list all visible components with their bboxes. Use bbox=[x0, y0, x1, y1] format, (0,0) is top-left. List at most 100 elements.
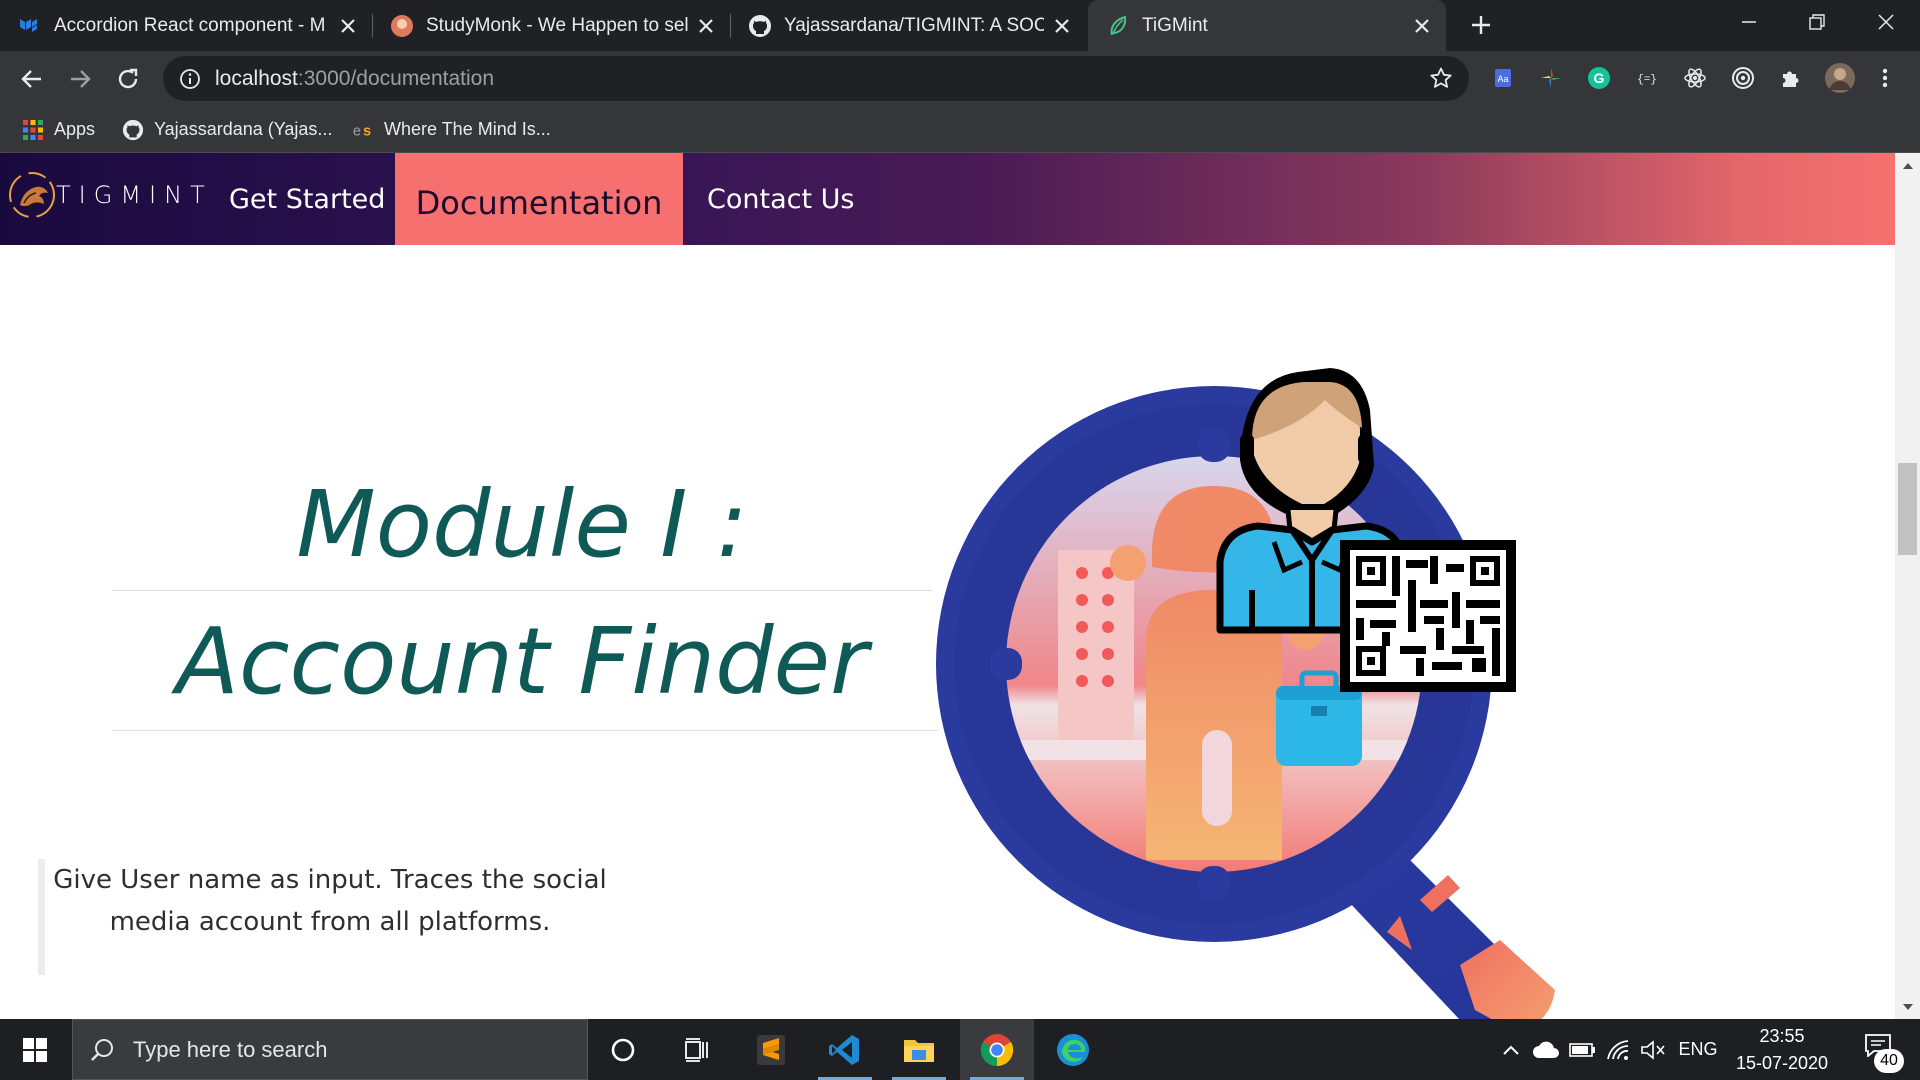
sublime-text-button[interactable] bbox=[734, 1019, 808, 1080]
bookmark-label: Yajassardana (Yajas... bbox=[154, 119, 333, 139]
bookmark-label: Where The Mind Is... bbox=[384, 119, 551, 139]
file-explorer-icon bbox=[904, 1039, 934, 1062]
tab-tigmint[interactable]: TiGMint bbox=[1088, 0, 1446, 51]
bookmark-where-the-mind[interactable]: es Where The Mind Is... bbox=[352, 106, 551, 153]
file-explorer-button[interactable] bbox=[882, 1019, 956, 1080]
cortana-icon bbox=[611, 1038, 635, 1061]
svg-text:G: G bbox=[1594, 70, 1605, 86]
nav-contact-us[interactable]: Contact Us bbox=[707, 153, 854, 245]
react-devtools-icon[interactable] bbox=[1682, 65, 1708, 91]
plus-icon[interactable] bbox=[1469, 13, 1493, 37]
sublime-text-icon bbox=[757, 1034, 785, 1065]
wifi-tray[interactable] bbox=[1602, 1019, 1636, 1080]
cloud-icon bbox=[1533, 1041, 1559, 1058]
close-icon bbox=[1878, 14, 1894, 30]
url-text: localhost:3000/documentation bbox=[215, 67, 494, 91]
forward-button[interactable] bbox=[62, 61, 98, 97]
windows-taskbar: Type here to search ENG 23:55 15-07-2020… bbox=[0, 1019, 1920, 1080]
system-clock[interactable]: 23:55 15-07-2020 bbox=[1718, 1019, 1846, 1080]
chrome-button[interactable] bbox=[960, 1019, 1034, 1080]
bookmarks-bar: Apps Yajassardana (Yajas... es Where The… bbox=[0, 106, 1920, 153]
star-icon[interactable] bbox=[1429, 66, 1453, 90]
battery-tray[interactable] bbox=[1566, 1019, 1600, 1080]
restore-icon bbox=[1809, 14, 1825, 30]
bookmark-label: Apps bbox=[54, 119, 96, 139]
arrow-left-icon bbox=[21, 70, 41, 88]
browser-window: Accordion React component - M StudyMonk … bbox=[0, 0, 1920, 1080]
notification-center[interactable]: 40 bbox=[1852, 1019, 1912, 1080]
back-button[interactable] bbox=[14, 61, 50, 97]
nav-documentation[interactable]: Documentation bbox=[395, 153, 683, 245]
scrollbar-thumb[interactable] bbox=[1898, 463, 1917, 555]
address-bar[interactable]: localhost:3000/documentation bbox=[163, 56, 1469, 101]
puzzle-icon[interactable] bbox=[1778, 65, 1804, 91]
show-hidden-icons[interactable] bbox=[1496, 1019, 1526, 1080]
profile-avatar[interactable] bbox=[1824, 62, 1856, 94]
battery-icon bbox=[1569, 1042, 1595, 1057]
chrome-icon bbox=[980, 1033, 1014, 1066]
es-icon: es bbox=[353, 123, 371, 139]
task-view-button[interactable] bbox=[660, 1019, 734, 1080]
vscode-button[interactable] bbox=[808, 1019, 882, 1080]
account-finder-illustration bbox=[936, 368, 1555, 1019]
close-icon[interactable] bbox=[1412, 16, 1432, 36]
module-title-line2: Account Finder bbox=[176, 608, 868, 715]
page-viewport: TIGMINT Get Started Documentation Contac… bbox=[0, 153, 1895, 1019]
search-placeholder: Type here to search bbox=[133, 1036, 328, 1062]
apps-grid-icon bbox=[23, 119, 43, 140]
start-button[interactable] bbox=[0, 1019, 70, 1080]
svg-text:Aa: Aa bbox=[1497, 74, 1508, 84]
tab-accordion[interactable]: Accordion React component - M bbox=[0, 0, 372, 51]
reload-icon bbox=[118, 68, 138, 89]
task-view-icon bbox=[685, 1037, 708, 1062]
arrow-right-icon bbox=[71, 70, 91, 88]
tab-strip: Accordion React component - M StudyMonk … bbox=[0, 0, 1920, 51]
reload-button[interactable] bbox=[110, 61, 146, 97]
scroll-up-button[interactable] bbox=[1895, 153, 1920, 178]
brand[interactable]: TIGMINT bbox=[6, 163, 213, 227]
module-title-line1: Module I : bbox=[296, 471, 748, 578]
studymonk-icon bbox=[391, 14, 413, 37]
grammarly-icon[interactable]: G bbox=[1586, 65, 1612, 91]
tab-studymonk[interactable]: StudyMonk - We Happen to sell I bbox=[372, 0, 730, 51]
url-path: :3000/documentation bbox=[297, 66, 495, 90]
language-indicator[interactable]: ENG bbox=[1672, 1019, 1724, 1080]
scroll-down-button[interactable] bbox=[1895, 994, 1920, 1019]
translate-icon[interactable]: Aa bbox=[1490, 65, 1516, 91]
caret-up-icon bbox=[1902, 162, 1913, 169]
svg-text:{=}: {=} bbox=[1637, 74, 1657, 86]
edge-button[interactable] bbox=[1036, 1019, 1110, 1080]
close-icon[interactable] bbox=[696, 16, 716, 36]
json-viewer-icon[interactable]: {=} bbox=[1634, 65, 1660, 91]
volume-tray[interactable] bbox=[1636, 1019, 1670, 1080]
bookmark-apps[interactable]: Apps bbox=[22, 106, 95, 153]
restore-button[interactable] bbox=[1783, 0, 1851, 44]
taskbar-search[interactable]: Type here to search bbox=[72, 1019, 588, 1080]
onedrive-tray[interactable] bbox=[1528, 1019, 1564, 1080]
search-icon bbox=[91, 1038, 113, 1061]
menu-button[interactable] bbox=[1872, 65, 1898, 91]
close-icon[interactable] bbox=[338, 16, 358, 36]
github-icon bbox=[122, 119, 144, 140]
color-picker-icon[interactable] bbox=[1538, 65, 1564, 91]
wifi-icon bbox=[1607, 1039, 1629, 1060]
nav-get-started[interactable]: Get Started bbox=[229, 153, 385, 245]
notification-count-badge: 40 bbox=[1874, 1049, 1904, 1073]
tab-title: StudyMonk - We Happen to sell I bbox=[426, 14, 688, 36]
close-window-button[interactable] bbox=[1852, 0, 1920, 44]
tiger-logo-icon bbox=[9, 172, 55, 218]
minimize-button[interactable] bbox=[1715, 0, 1783, 44]
info-icon[interactable] bbox=[179, 68, 201, 90]
vertical-scrollbar[interactable] bbox=[1895, 153, 1920, 1019]
description-text: Give User name as input. Traces the soci… bbox=[53, 865, 607, 937]
bookmark-github[interactable]: Yajassardana (Yajas... bbox=[122, 106, 332, 153]
chevron-up-icon bbox=[1503, 1045, 1519, 1055]
vscode-icon bbox=[829, 1034, 859, 1065]
clock-date: 15-07-2020 bbox=[1735, 1053, 1829, 1073]
target-icon[interactable] bbox=[1730, 65, 1756, 91]
cortana-button[interactable] bbox=[586, 1019, 660, 1080]
windows-logo-icon bbox=[23, 1037, 47, 1062]
kebab-menu-icon bbox=[1882, 68, 1888, 88]
close-icon[interactable] bbox=[1052, 16, 1072, 36]
tab-github-tigmint[interactable]: Yajassardana/TIGMINT: A SOCMI bbox=[730, 0, 1086, 51]
